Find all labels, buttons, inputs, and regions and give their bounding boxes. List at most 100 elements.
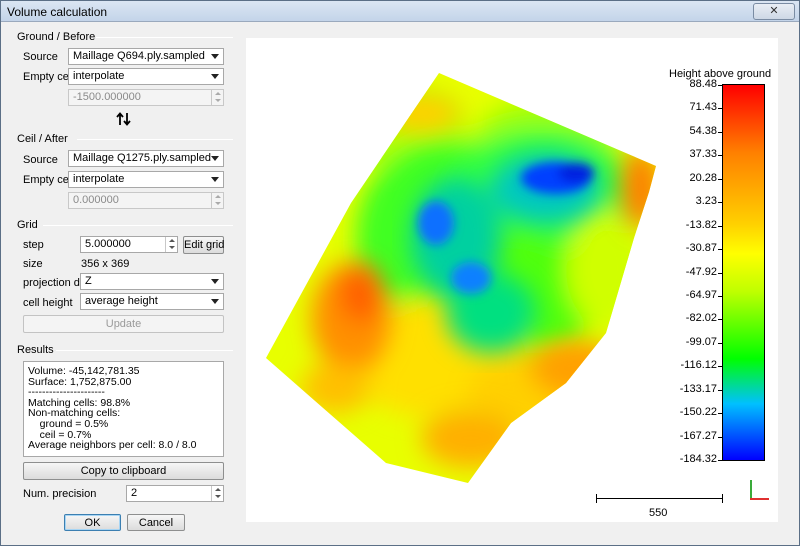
ground-source-value: Maillage Q694.ply.sampled <box>73 50 205 62</box>
scale-bar-left-end <box>596 494 597 503</box>
color-scale-tick-mark <box>718 155 722 157</box>
spin-up-icon <box>215 92 221 95</box>
color-scale-tick-mark <box>718 225 722 227</box>
color-scale-tick-mark <box>718 389 722 391</box>
color-scale-tick-label: 37.33 <box>689 148 717 161</box>
color-scale-tick-mark <box>718 295 722 297</box>
color-scale-tick-mark <box>718 460 722 461</box>
color-scale-tick-label: -150.22 <box>679 406 717 419</box>
scale-bar <box>596 498 723 499</box>
ground-source-select[interactable]: Maillage Q694.ply.sampled <box>68 48 224 65</box>
ceil-height-value: 0.000000 <box>73 194 119 206</box>
ceil-empty-cells-select[interactable]: interpolate <box>68 171 224 188</box>
spin-buttons <box>211 90 223 105</box>
color-scale-tick-mark <box>718 249 722 251</box>
color-scale-tick-label: -13.82 <box>685 218 717 231</box>
volume-calculation-window: Volume calculation ✕ Ground / Before Sou… <box>0 0 800 546</box>
color-scale-tick-label: 3.23 <box>695 195 717 208</box>
chevron-down-icon <box>211 74 219 79</box>
color-scale-tick-label: 20.28 <box>689 171 717 184</box>
ceil-group-divider <box>77 139 233 140</box>
ground-height-input[interactable]: -1500.000000 <box>68 89 224 106</box>
grid-step-input[interactable]: 5.000000 <box>80 236 178 253</box>
color-scale-tick-mark <box>718 85 722 86</box>
axes-icon <box>750 480 752 499</box>
color-scale-tick-label: -82.02 <box>685 312 717 325</box>
ground-source-label: Source <box>23 51 58 63</box>
num-precision-label: Num. precision <box>23 488 97 500</box>
num-precision-value: 2 <box>131 487 138 499</box>
color-scale-tick-mark <box>718 413 722 415</box>
num-precision-input[interactable]: 2 <box>126 485 224 502</box>
scale-bar-label: 550 <box>649 507 668 519</box>
color-scale-tick-mark <box>718 436 722 438</box>
spin-up-icon <box>215 195 221 198</box>
window-title: Volume calculation <box>7 5 108 19</box>
ok-button[interactable]: OK <box>64 514 121 531</box>
spin-down-icon <box>215 99 221 102</box>
color-scale-tick-mark <box>718 202 722 204</box>
results-text-area[interactable]: Volume: -45,142,781.35 Surface: 1,752,87… <box>23 361 224 457</box>
results-group-title: Results <box>17 344 54 356</box>
grid-group-divider <box>43 225 233 226</box>
close-icon: ✕ <box>769 5 779 17</box>
color-scale-tick-label: 54.38 <box>689 124 717 137</box>
grid-step-label: step <box>23 239 44 251</box>
cancel-button[interactable]: Cancel <box>127 514 185 531</box>
ceil-source-label: Source <box>23 154 58 166</box>
color-scale-tick-mark <box>718 319 722 321</box>
cell-height-value: average height <box>85 295 158 307</box>
projection-dir-select[interactable]: Z <box>80 273 224 290</box>
color-scale-bar <box>722 84 765 461</box>
projection-dir-label: projection dir. <box>23 277 89 289</box>
chevron-down-icon <box>211 279 219 284</box>
ground-empty-cells-select[interactable]: interpolate <box>68 68 224 85</box>
ceil-source-select[interactable]: Maillage Q1275.ply.sampled <box>68 150 224 167</box>
color-scale-tick-label: -184.32 <box>679 453 717 465</box>
spin-down-icon <box>215 495 221 498</box>
chevron-down-icon <box>211 54 219 59</box>
grid-step-value: 5.000000 <box>85 238 131 250</box>
color-scale-tick-mark <box>718 272 722 274</box>
spin-down-icon <box>215 202 221 205</box>
spin-buttons <box>211 193 223 208</box>
color-scale-tick-label: -47.92 <box>685 265 717 278</box>
color-scale-tick-mark <box>718 131 722 133</box>
title-bar[interactable]: Volume calculation ✕ <box>1 1 799 22</box>
color-scale-tick-mark <box>718 108 722 110</box>
grid-size-label: size <box>23 258 43 270</box>
ceil-height-input[interactable]: 0.000000 <box>68 192 224 209</box>
cell-height-label: cell height <box>23 297 73 309</box>
chevron-down-icon <box>211 156 219 161</box>
spin-buttons[interactable] <box>211 486 223 501</box>
chevron-down-icon <box>211 299 219 304</box>
grid-size-value: 356 x 369 <box>81 258 130 270</box>
color-scale-tick-mark <box>718 178 722 180</box>
color-scale-tick-label: -133.17 <box>679 382 717 395</box>
update-button[interactable]: Update <box>23 315 224 333</box>
color-scale-tick-label: -99.07 <box>685 335 717 348</box>
copy-to-clipboard-button[interactable]: Copy to clipboard <box>23 462 224 480</box>
chevron-down-icon <box>211 177 219 182</box>
results-line: Volume: -45,142,781.35 <box>28 365 140 377</box>
color-scale-tick-mark <box>718 342 722 344</box>
ground-height-value: -1500.000000 <box>73 91 141 103</box>
ground-empty-cells-value: interpolate <box>73 70 125 82</box>
ceil-group-title: Ceil / After <box>17 133 68 145</box>
color-scale-tick-label: 71.43 <box>689 101 717 114</box>
swap-vertical-icon[interactable] <box>116 112 132 126</box>
ceil-empty-cells-value: interpolate <box>73 173 125 185</box>
close-button[interactable]: ✕ <box>753 3 795 20</box>
results-line: ground = 0.5% <box>28 417 109 430</box>
results-group-divider <box>56 350 233 351</box>
color-scale-tick-mark <box>718 366 722 368</box>
spin-buttons[interactable] <box>165 237 177 252</box>
color-scale-tick-label: 88.48 <box>689 78 717 90</box>
spin-up-icon <box>169 239 175 242</box>
scale-bar-right-end <box>722 494 723 503</box>
cell-height-select[interactable]: average height <box>80 293 224 310</box>
ground-group-title: Ground / Before <box>17 31 96 43</box>
axes-icon-x <box>750 498 769 500</box>
color-scale-tick-label: -30.87 <box>685 242 717 255</box>
edit-grid-button[interactable]: Edit grid <box>183 236 224 254</box>
